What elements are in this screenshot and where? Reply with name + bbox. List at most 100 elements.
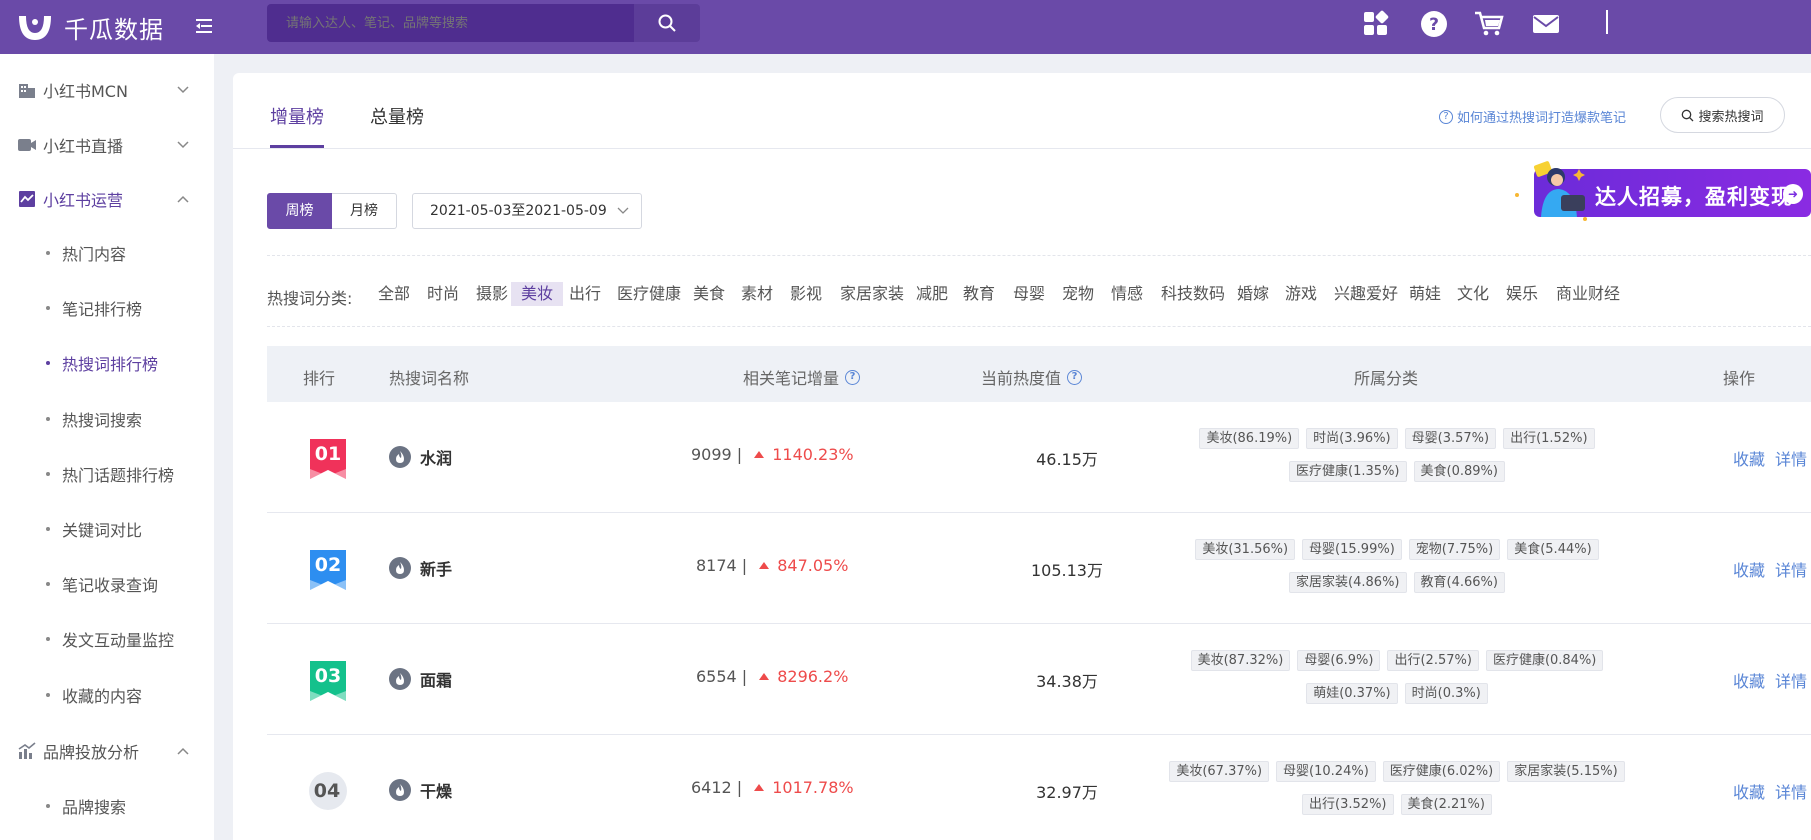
search-hot-button[interactable]: 搜索热搜词 [1660, 97, 1785, 133]
note-increment: 6554 | 8296.2% [696, 667, 849, 686]
category-chip[interactable]: 医疗健康 [615, 282, 683, 306]
arrow-up-icon [759, 673, 770, 680]
category-chip[interactable]: 宠物 [1060, 282, 1096, 306]
category-chip[interactable]: 科技数码 [1159, 282, 1227, 306]
monthly-button[interactable]: 月榜 [332, 193, 397, 229]
sidebar-item-interaction-monitor[interactable]: 发文互动量监控 [46, 624, 174, 654]
category-tag: 母婴(15.99%) [1302, 539, 1402, 560]
search-input[interactable] [267, 4, 634, 42]
category-tag: 出行(2.57%) [1387, 650, 1479, 671]
sidebar-group-brand-analysis[interactable]: 品牌投放分析 [0, 731, 214, 771]
banner-text: 达人招募，盈利变现 [1595, 185, 1793, 209]
cart-icon[interactable] [1473, 8, 1505, 40]
category-chip[interactable]: 全部 [376, 282, 412, 306]
category-chip[interactable]: 情感 [1109, 282, 1145, 306]
category-chip[interactable]: 婚嫁 [1235, 282, 1271, 306]
category-chip[interactable]: 母婴 [1011, 282, 1047, 306]
logo-mark-icon [16, 10, 54, 44]
menu-collapse-icon[interactable] [194, 12, 218, 40]
sidebar-item-note-index[interactable]: 笔记收录查询 [46, 569, 158, 599]
category-chip[interactable]: 美妆 [511, 282, 564, 306]
weekly-button[interactable]: 周榜 [267, 193, 332, 229]
date-range-select[interactable]: 2021-05-03至2021-05-09 [412, 193, 642, 229]
sidebar-item-note-ranking[interactable]: 笔记排行榜 [46, 293, 142, 323]
sidebar-group-live[interactable]: 小红书直播 [0, 125, 214, 165]
global-search [267, 4, 700, 42]
fire-icon [389, 668, 411, 690]
sidebar-group-mcn[interactable]: 小红书MCN [0, 70, 214, 110]
category-chip[interactable]: 萌娃 [1407, 282, 1443, 306]
detail-link[interactable]: 详情 [1775, 783, 1807, 802]
apps-grid-icon[interactable] [1360, 8, 1392, 40]
mail-icon[interactable] [1530, 8, 1562, 40]
building-icon [16, 79, 38, 101]
ranking-tabs: 增量榜 总量榜 ? 如何通过热搜词打造爆款笔记 搜索热搜词 [233, 73, 1811, 149]
info-icon[interactable]: ? [845, 369, 861, 385]
svg-text:?: ? [1429, 15, 1439, 35]
video-icon [16, 134, 38, 156]
chevron-down-icon [177, 141, 189, 149]
category-filter-label: 热搜词分类: [267, 289, 353, 308]
keyword[interactable]: 新手 [389, 556, 452, 580]
sidebar-item-favorites[interactable]: 收藏的内容 [46, 680, 142, 710]
info-icon[interactable]: ? [1067, 369, 1083, 385]
category-chip[interactable]: 家居家装 [838, 282, 906, 306]
sidebar-item-topic-ranking[interactable]: 热门话题排行榜 [46, 459, 174, 489]
detail-link[interactable]: 详情 [1775, 450, 1807, 469]
category-tag: 母婴(6.9%) [1297, 650, 1381, 671]
recruit-banner[interactable]: 达人招募，盈利变现 ➜ [1481, 155, 1811, 225]
category-chip[interactable]: 文化 [1455, 282, 1491, 306]
heat-value: 46.15万 [1036, 450, 1098, 469]
category-tag: 出行(1.52%) [1503, 428, 1595, 449]
collect-link[interactable]: 收藏 [1733, 783, 1765, 802]
header-rank: 排行 [303, 369, 336, 388]
keyword[interactable]: 干燥 [389, 778, 452, 802]
category-chip[interactable]: 游戏 [1283, 282, 1319, 306]
category-chip[interactable]: 影视 [788, 282, 824, 306]
sidebar-item-hot-search-ranking[interactable]: 热搜词排行榜 [46, 348, 158, 378]
sidebar-group-label: 小红书MCN [43, 82, 128, 101]
sidebar-item-keyword-compare[interactable]: 关键词对比 [46, 514, 142, 544]
category-chip[interactable]: 摄影 [474, 282, 510, 306]
collect-link[interactable]: 收藏 [1733, 561, 1765, 580]
heat-value: 105.13万 [1031, 561, 1103, 580]
row-actions: 收藏 详情 [1733, 446, 1811, 470]
chart-card-icon [16, 188, 38, 210]
keyword[interactable]: 水润 [389, 445, 452, 469]
question-icon: ? [1439, 109, 1453, 124]
tab-total[interactable]: 总量榜 [370, 103, 424, 129]
sidebar-item-brand-search[interactable]: 品牌搜索 [46, 791, 126, 821]
category-tag: 美妆(87.32%) [1190, 650, 1291, 671]
chevron-up-icon [177, 747, 189, 755]
category-chip[interactable]: 商业财经 [1554, 282, 1622, 306]
collect-link[interactable]: 收藏 [1733, 450, 1765, 469]
heat-value: 34.38万 [1036, 672, 1098, 691]
search-button[interactable] [634, 4, 700, 42]
logo[interactable]: 千瓜数据 [16, 6, 164, 48]
collect-link[interactable]: 收藏 [1733, 672, 1765, 691]
header-name: 热搜词名称 [389, 369, 470, 388]
growth-rate: 1140.23% [754, 445, 854, 464]
category-chip[interactable]: 兴趣爱好 [1332, 282, 1400, 306]
category-chip[interactable]: 教育 [961, 282, 997, 306]
category-chip[interactable]: 减肥 [914, 282, 950, 306]
help-link[interactable]: ? 如何通过热搜词打造爆款笔记 [1439, 107, 1626, 126]
category-chip[interactable]: 出行 [567, 282, 603, 306]
growth-rate: 8296.2% [759, 667, 848, 686]
sidebar-item-hot-content[interactable]: 热门内容 [46, 238, 126, 268]
arrow-up-icon [759, 562, 770, 569]
detail-link[interactable]: 详情 [1775, 561, 1807, 580]
detail-link[interactable]: 详情 [1775, 672, 1807, 691]
keyword[interactable]: 面霜 [389, 667, 452, 691]
category-chip[interactable]: 娱乐 [1504, 282, 1540, 306]
rank-badge: 03 [310, 661, 346, 701]
category-chip[interactable]: 美食 [691, 282, 727, 306]
category-tag: 萌娃(0.37%) [1306, 683, 1398, 704]
sidebar-item-hot-search-query[interactable]: 热搜词搜索 [46, 404, 142, 434]
category-chip[interactable]: 时尚 [425, 282, 461, 306]
category-tag: 美妆(86.19%) [1199, 428, 1300, 449]
category-chip[interactable]: 素材 [739, 282, 775, 306]
sidebar-group-operation[interactable]: 小红书运营 [0, 179, 214, 219]
help-icon[interactable]: ? [1418, 8, 1450, 40]
tab-increment[interactable]: 增量榜 [270, 103, 324, 129]
